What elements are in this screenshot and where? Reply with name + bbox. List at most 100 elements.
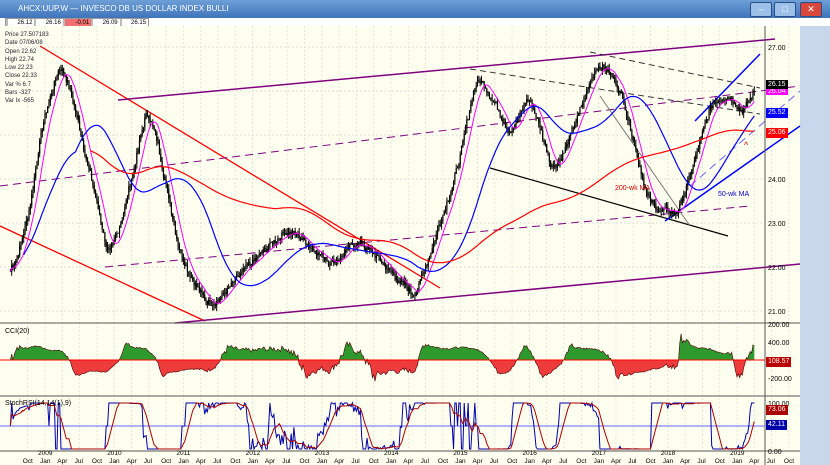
price-body (93, 185, 95, 192)
price-body (142, 127, 145, 131)
price-body (378, 255, 380, 258)
price-body (267, 247, 270, 249)
price-body (624, 104, 626, 111)
annotation-200wk: 200-wk MA (615, 185, 650, 192)
price-body (707, 119, 709, 120)
price-body (397, 280, 399, 283)
price-body (691, 170, 693, 175)
price-body (390, 269, 392, 272)
price-body (684, 193, 686, 197)
price-body (617, 87, 620, 93)
x-tick-label: Oct (438, 458, 448, 465)
price-body (65, 75, 67, 82)
price-body (724, 100, 726, 101)
minimize-button[interactable]: – (750, 2, 772, 17)
price-body (472, 91, 475, 102)
price-body (595, 70, 597, 73)
x-tick-label: Apr (611, 458, 622, 465)
x-tick-label: Oct (507, 458, 517, 465)
price-body (619, 90, 621, 93)
price-body (696, 151, 698, 155)
close-button[interactable]: ✕ (800, 2, 822, 17)
price-body (59, 69, 61, 71)
price-body (254, 258, 256, 261)
chart-area[interactable]: 200-wk MA 50-wk MA ^ 200.00400.000.00-20… (0, 26, 830, 465)
price-body (555, 166, 557, 168)
price-body (679, 203, 681, 211)
price-body (315, 253, 318, 256)
price-body (153, 125, 155, 130)
x-tick-year: 2011 (176, 450, 190, 457)
x-tick-label: Jan (386, 458, 397, 465)
price-body (661, 209, 664, 211)
price-body (194, 283, 196, 286)
price-body (138, 139, 141, 150)
price-body (16, 256, 18, 262)
price-body (129, 186, 131, 187)
maximize-button[interactable]: □ (774, 2, 796, 17)
price-body (85, 155, 87, 160)
price-body (52, 90, 54, 94)
price-body (393, 272, 395, 274)
price-body (181, 249, 183, 258)
x-tick-year: 2013 (315, 450, 330, 457)
price-body (562, 153, 564, 161)
price-body (56, 76, 58, 80)
price-body (536, 117, 538, 119)
price-body (338, 260, 340, 261)
price-body (104, 232, 106, 242)
price-body (727, 97, 729, 99)
price-body (594, 72, 596, 79)
price-body (652, 200, 654, 204)
price-body (212, 305, 214, 306)
price-body (387, 268, 389, 270)
price-body (45, 112, 47, 114)
price-body (192, 277, 194, 281)
price-body (669, 211, 672, 213)
price-body (248, 262, 250, 266)
price-body (186, 265, 188, 272)
x-tick-label: Jan (594, 458, 605, 465)
price-body (88, 163, 90, 169)
price-body (462, 139, 464, 147)
price-body (526, 99, 528, 104)
price-body (166, 183, 169, 189)
price-body (178, 245, 181, 250)
price-body (579, 107, 581, 113)
price-body (96, 197, 98, 201)
price-body (590, 82, 592, 85)
price-body (271, 242, 274, 244)
price-body (488, 93, 491, 99)
price-body (341, 256, 343, 257)
price-body (434, 240, 436, 244)
price-body (413, 294, 415, 296)
price-body (367, 246, 369, 250)
price-body (261, 252, 263, 254)
price-body (603, 64, 605, 67)
price-body (409, 288, 411, 292)
price-body (615, 77, 617, 85)
price-body (136, 152, 138, 165)
y-tick-label: 22.00 (768, 265, 786, 272)
price-body (620, 90, 622, 93)
price-body (551, 166, 553, 168)
price-body (753, 91, 755, 92)
price-body (508, 132, 511, 134)
price-body (236, 275, 238, 278)
price-body (205, 299, 207, 301)
price-body (503, 121, 505, 124)
price-body (47, 106, 49, 113)
price-body (116, 233, 118, 237)
price-body (196, 283, 198, 288)
price-body (600, 67, 602, 70)
ma200-label: 25.06 (766, 128, 788, 138)
price-body (576, 115, 578, 123)
price-body (578, 112, 580, 116)
price-body (381, 260, 383, 263)
price-body (327, 260, 330, 265)
price-body (174, 224, 177, 234)
price-body (137, 149, 139, 153)
price-body (375, 255, 377, 259)
info-date: Date 07/06/08 (5, 40, 43, 47)
price-body (134, 164, 137, 168)
